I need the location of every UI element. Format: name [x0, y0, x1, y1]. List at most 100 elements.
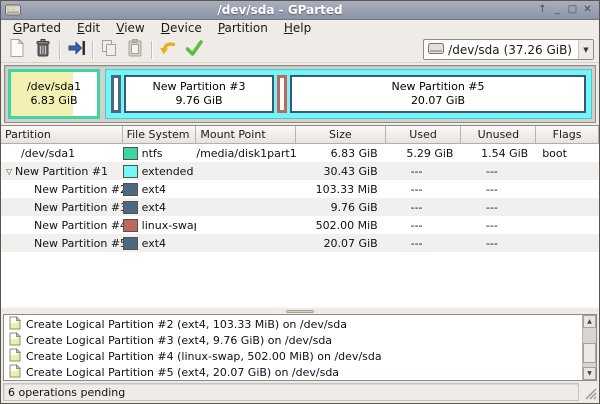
filesystem-color-swatch — [123, 201, 138, 214]
resize-move-button[interactable] — [63, 38, 89, 62]
operation-item[interactable]: Create Logical Partition #2 (ext4, 103.3… — [4, 316, 582, 332]
cell-filesystem: ext4 — [123, 237, 197, 250]
column-header-flags[interactable]: Flags — [536, 126, 599, 144]
menu-device[interactable]: Device — [153, 20, 210, 37]
toolbar-separator — [92, 41, 93, 59]
cell-unused: --- — [461, 183, 536, 196]
table-empty-area — [1, 252, 599, 307]
status-text: 6 operations pending — [3, 383, 579, 401]
shade-window-button[interactable]: ↑ — [535, 3, 550, 18]
column-header-filesystem[interactable]: File System — [123, 126, 197, 144]
chevron-down-icon[interactable]: ▼ — [578, 40, 593, 59]
window-title: /dev/sda - GParted — [25, 1, 535, 20]
device-selector-value: /dev/sda — [448, 43, 499, 57]
cell-unused: --- — [461, 201, 536, 214]
menu-partition[interactable]: Partition — [210, 20, 276, 37]
copy-icon — [100, 39, 118, 61]
gparted-window: /dev/sda - GParted ↑ _ □ ✕ GParted Edit … — [0, 0, 600, 404]
disk-visual-frame: /dev/sda1 6.83 GiB New Partition #3 9.76… — [4, 65, 596, 123]
cell-used: --- — [386, 201, 462, 214]
operation-item[interactable]: Create Logical Partition #3 (ext4, 9.76 … — [4, 332, 582, 348]
cell-used: 5.29 GiB — [386, 147, 462, 160]
copy-partition-button[interactable] — [96, 38, 122, 62]
cell-partition: ▽ New Partition #1 — [1, 165, 123, 178]
partition-block-new3[interactable]: New Partition #3 9.76 GiB — [124, 75, 274, 113]
partition-table: Partition File System Mount Point Size U… — [1, 125, 599, 307]
partition-block-size: 20.07 GiB — [292, 94, 584, 108]
undo-icon — [158, 39, 178, 61]
menu-view[interactable]: View — [108, 20, 152, 37]
cell-size: 502.00 MiB — [296, 219, 386, 232]
disk-visual-area: /dev/sda1 6.83 GiB New Partition #3 9.76… — [1, 63, 599, 125]
toolbar-separator — [151, 41, 152, 59]
maximize-button[interactable]: □ — [565, 3, 580, 18]
partition-block-extended[interactable]: New Partition #3 9.76 GiB New Partition … — [105, 69, 592, 119]
device-selector[interactable]: /dev/sda (37.26 GiB) ▼ — [423, 39, 594, 60]
operations-scrollbar[interactable]: ▲ ▼ — [582, 315, 596, 380]
scroll-down-icon[interactable]: ▼ — [583, 367, 596, 380]
column-header-unused[interactable]: Unused — [461, 126, 536, 144]
partition-block-label: New Partition #5 — [292, 80, 584, 94]
minimize-button[interactable]: _ — [550, 3, 565, 18]
table-row-new5[interactable]: New Partition #5 ext4 20.07 GiB --- --- — [1, 234, 599, 252]
new-partition-button[interactable] — [4, 38, 30, 62]
delete-partition-button[interactable] — [30, 38, 56, 62]
operation-text: Create Logical Partition #4 (linux-swap,… — [26, 350, 382, 363]
table-row-new1[interactable]: ▽ New Partition #1 extended 30.43 GiB --… — [1, 162, 599, 180]
cell-used: --- — [386, 165, 462, 178]
filesystem-color-swatch — [123, 183, 138, 196]
cell-partition: New Partition #3 — [1, 201, 123, 214]
partition-block-new5[interactable]: New Partition #5 20.07 GiB — [290, 75, 586, 113]
scroll-up-icon[interactable]: ▲ — [583, 315, 596, 328]
operation-text: Create Logical Partition #3 (ext4, 9.76 … — [26, 334, 332, 347]
filesystem-color-swatch — [123, 219, 138, 232]
menu-edit[interactable]: Edit — [69, 20, 108, 37]
menu-help[interactable]: Help — [276, 20, 319, 37]
resize-grip-icon[interactable] — [581, 384, 597, 400]
cell-size: 6.83 GiB — [296, 147, 386, 160]
scrollbar-thumb[interactable] — [583, 343, 596, 363]
table-row-sda1[interactable]: /dev/sda1 ntfs /media/disk1part1 6.83 Gi… — [1, 144, 599, 162]
cell-mountpoint: /media/disk1part1 — [196, 147, 296, 160]
cell-unused: --- — [461, 237, 536, 250]
device-selector-size: (37.26 GiB) — [504, 43, 572, 57]
table-row-new3[interactable]: New Partition #3 ext4 9.76 GiB --- --- — [1, 198, 599, 216]
menu-gparted[interactable]: GParted — [5, 20, 69, 37]
operation-item[interactable]: Create Logical Partition #4 (linux-swap,… — [4, 348, 582, 364]
cell-size: 20.07 GiB — [296, 237, 386, 250]
column-header-used[interactable]: Used — [386, 126, 462, 144]
apply-operations-button[interactable] — [181, 38, 207, 62]
operation-item[interactable]: Create Logical Partition #5 (ext4, 20.07… — [4, 364, 582, 380]
operations-panel: Create Logical Partition #2 (ext4, 103.3… — [3, 314, 597, 381]
cell-partition: New Partition #5 — [1, 237, 123, 250]
partition-block-new2[interactable] — [111, 75, 121, 113]
column-header-partition[interactable]: Partition — [1, 126, 123, 144]
cell-size: 30.43 GiB — [296, 165, 386, 178]
filesystem-color-swatch — [123, 147, 138, 160]
filesystem-color-swatch — [123, 237, 138, 250]
new-partition-operation-icon — [9, 364, 21, 381]
paste-partition-button[interactable] — [122, 38, 148, 62]
column-header-mountpoint[interactable]: Mount Point — [196, 126, 296, 144]
table-row-new2[interactable]: New Partition #2 ext4 103.33 MiB --- --- — [1, 180, 599, 198]
toolbar: /dev/sda (37.26 GiB) ▼ — [1, 37, 599, 63]
partition-block-size: 6.83 GiB — [11, 94, 97, 108]
close-button[interactable]: ✕ — [580, 3, 595, 18]
cell-size: 103.33 MiB — [296, 183, 386, 196]
partition-block-new4[interactable] — [277, 75, 287, 113]
column-header-size[interactable]: Size — [296, 126, 386, 144]
titlebar[interactable]: /dev/sda - GParted ↑ _ □ ✕ — [1, 1, 599, 20]
paste-icon — [126, 38, 144, 62]
new-partition-operation-icon — [9, 316, 21, 333]
scrollbar-track[interactable] — [583, 328, 596, 367]
cell-unused: 1.54 GiB — [461, 147, 536, 160]
table-row-new4[interactable]: New Partition #4 linux-swap 502.00 MiB -… — [1, 216, 599, 234]
cell-partition: /dev/sda1 — [1, 147, 123, 160]
cell-size: 9.76 GiB — [296, 201, 386, 214]
expander-icon[interactable]: ▽ — [1, 167, 15, 176]
partition-block-sda1[interactable]: /dev/sda1 6.83 GiB — [8, 69, 100, 119]
pane-splitter[interactable] — [1, 307, 599, 314]
new-partition-operation-icon — [9, 348, 21, 365]
cell-used: --- — [386, 237, 462, 250]
undo-button[interactable] — [155, 38, 181, 62]
